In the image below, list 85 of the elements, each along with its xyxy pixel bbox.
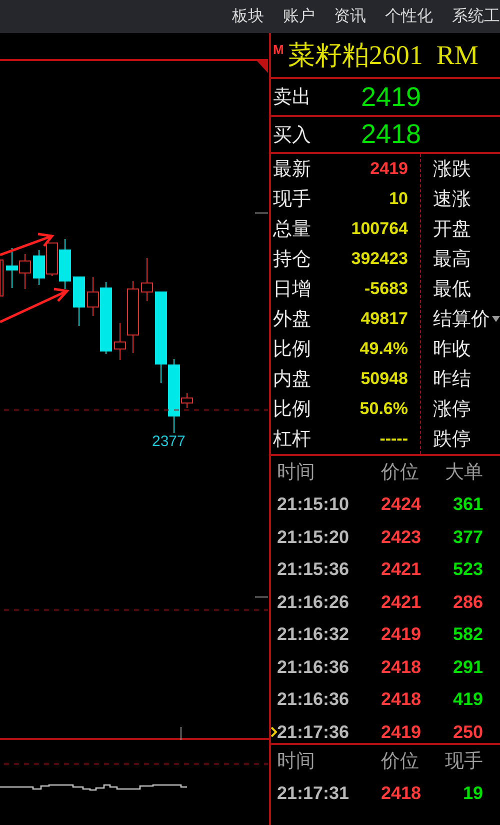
- candlestick: [19, 254, 31, 290]
- table-cell-text: 2424: [381, 494, 422, 516]
- row-label: 卖出: [272, 85, 312, 110]
- table-cell-text: 523: [452, 559, 483, 580]
- stat-label: 日增: [272, 277, 312, 302]
- stat-label: 涨停: [433, 397, 471, 422]
- column-header: 时间: [277, 749, 316, 774]
- stat-label: 结算价: [433, 307, 490, 332]
- table-cell-text: 21:16:32: [277, 624, 350, 646]
- menu-item[interactable]: 板块: [232, 6, 264, 27]
- table-cell-text: 377: [452, 526, 483, 548]
- column-header: 价位: [381, 460, 420, 486]
- candlestick: [0, 260, 4, 296]
- menu-item[interactable]: 资讯: [334, 6, 366, 27]
- candlestick: [6, 248, 18, 288]
- stat-label: 内盘: [272, 367, 312, 392]
- table-cell-text: 2423: [381, 526, 422, 548]
- table-cell-text: 21:17:31: [277, 783, 350, 804]
- table-cell-text: 286: [452, 592, 483, 613]
- table-cell-text: 21:15:20: [277, 526, 350, 548]
- stat-label: 跌停: [433, 427, 471, 452]
- table-cell-text: 250: [452, 722, 483, 743]
- stat-label: 外盘: [272, 307, 312, 332]
- stat-label: 比例: [272, 337, 312, 362]
- contract-title: 菜籽粕2601 RM: [288, 39, 478, 72]
- table-cell-text: 2418: [381, 656, 422, 678]
- table-cell-text: 21:16:36: [277, 689, 350, 710]
- price-label: 2377: [152, 433, 186, 450]
- chevron-icon: [271, 727, 277, 738]
- table-cell-text: 2418: [381, 783, 422, 804]
- column-header: 大单: [444, 460, 483, 486]
- menu-item[interactable]: 个性化: [385, 6, 433, 27]
- stat-label: 现手: [272, 187, 312, 212]
- column-header: 现手: [444, 749, 483, 774]
- stat-value: 49817: [360, 309, 408, 329]
- table-cell-text: 2418: [381, 689, 422, 710]
- arrow: [0, 288, 70, 324]
- market-label: M: [273, 42, 284, 57]
- stat-label: 最高: [433, 247, 471, 272]
- table-cell-text: 2421: [381, 559, 422, 580]
- stat-label: 开盘: [433, 217, 471, 242]
- table-cell-text: 21:15:10: [277, 494, 350, 516]
- stat-label: 昨收: [433, 337, 471, 362]
- candlestick: [141, 258, 153, 302]
- stat-label: 最新: [272, 157, 312, 182]
- stat-label: 最低: [433, 277, 471, 302]
- stat-value: -----: [380, 429, 408, 449]
- table-cell-text: 21:16:26: [277, 592, 350, 613]
- table-cell-text: 419: [452, 689, 483, 710]
- stat-label: 涨跌: [433, 157, 471, 182]
- table-cell-text: 361: [452, 494, 483, 516]
- stat-value: 2419: [370, 159, 408, 179]
- stat-label: 持仓: [272, 247, 312, 272]
- stat-label: 速涨: [433, 187, 471, 212]
- menu-item[interactable]: 系统工: [452, 6, 500, 27]
- price-value: 2419: [361, 82, 422, 112]
- stat-value: 100764: [351, 219, 408, 239]
- stat-value: 10: [389, 189, 408, 209]
- stat-value: 50.6%: [360, 399, 408, 419]
- arrow: [0, 232, 54, 256]
- table-cell-text: 21:16:36: [277, 656, 350, 678]
- stat-label: 比例: [272, 397, 312, 422]
- dropdown-icon[interactable]: [492, 316, 500, 322]
- stat-value: 50948: [360, 369, 408, 389]
- stat-label: 杠杆: [272, 427, 312, 452]
- table-cell-text: 21:15:36: [277, 559, 350, 580]
- table-cell-text: 291: [452, 656, 483, 678]
- menu-item[interactable]: 账户: [283, 6, 315, 27]
- column-header: 时间: [277, 460, 316, 486]
- table-cell-text: 2421: [381, 592, 422, 613]
- table-cell-text: 21:17:36: [277, 722, 350, 743]
- column-header: 价位: [381, 749, 420, 774]
- table-cell-text: 582: [452, 624, 483, 646]
- stat-value: 49.4%: [360, 339, 408, 359]
- table-cell-text: 19: [462, 783, 483, 804]
- stat-value: 392423: [351, 249, 408, 269]
- row-label: 买入: [272, 122, 312, 148]
- candlestick: [33, 250, 45, 286]
- stat-label: 总量: [272, 217, 312, 242]
- table-cell-text: 2419: [381, 722, 422, 743]
- candlestick: [73, 276, 85, 326]
- table-cell-text: 2419: [381, 624, 422, 646]
- price-value: 2418: [361, 119, 422, 150]
- stat-value: -5683: [364, 279, 408, 299]
- stat-label: 昨结: [433, 367, 471, 392]
